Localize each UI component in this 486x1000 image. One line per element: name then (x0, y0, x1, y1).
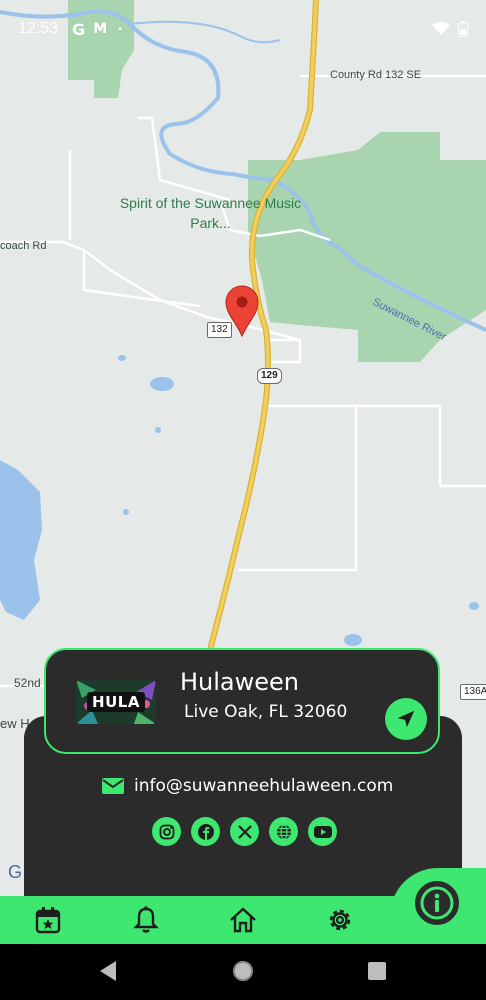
x-button[interactable] (230, 817, 259, 846)
calendar-star-icon (35, 907, 61, 934)
route-shield-129: 129 (257, 368, 282, 384)
social-links (152, 817, 337, 846)
logo-text: HULA (87, 692, 145, 712)
route-shield-132: 132 (207, 322, 232, 338)
email-address: info@suwanneehulaween.com (134, 776, 394, 796)
youtube-icon (313, 825, 332, 838)
tab-settings[interactable] (324, 904, 356, 936)
battery-icon (458, 21, 468, 37)
info-icon (420, 886, 454, 920)
back-icon[interactable] (98, 960, 118, 982)
route-shield-136a: 136A (460, 684, 486, 700)
instagram-icon (159, 824, 174, 839)
map-label-coach-road: coach Rd (0, 240, 47, 252)
email-icon (102, 778, 124, 794)
instagram-button[interactable] (152, 817, 181, 846)
gear-icon (329, 909, 351, 931)
map-label-park: Spirit of the Suwannee Music Park... (119, 195, 302, 231)
globe-icon (276, 823, 291, 840)
home-system-icon[interactable] (232, 960, 254, 982)
venue-name: Hulaween (180, 668, 300, 696)
status-time: 12:53 (18, 20, 59, 37)
info-button[interactable] (412, 878, 462, 928)
facebook-icon (197, 823, 214, 840)
navigate-button[interactable] (385, 698, 427, 740)
map-label-52nd: 52nd (14, 676, 41, 690)
tab-home[interactable] (227, 904, 259, 936)
hulaween-logo: HULA (76, 680, 156, 724)
system-nav-bar (0, 944, 486, 1000)
youtube-button[interactable] (308, 817, 337, 846)
map-label-county-road: County Rd 132 SE (330, 69, 422, 81)
status-bar: 12:53 G M • (0, 0, 486, 58)
notification-dot-icon: • (117, 23, 124, 35)
home-icon (230, 907, 256, 933)
wifi-icon (432, 22, 450, 35)
bell-icon (133, 906, 159, 933)
email-link[interactable]: info@suwanneehulaween.com (102, 776, 393, 796)
recents-icon[interactable] (368, 962, 386, 980)
website-button[interactable] (269, 817, 298, 846)
venue-card[interactable]: HULA Hulaween Live Oak, FL 32060 (44, 648, 440, 754)
facebook-button[interactable] (191, 817, 220, 846)
tab-notifications[interactable] (130, 904, 162, 936)
tab-schedule[interactable] (32, 904, 64, 936)
x-icon (237, 824, 252, 839)
google-logo: G (8, 862, 23, 882)
google-notification-icon: G (72, 19, 86, 39)
venue-address: Live Oak, FL 32060 (184, 702, 348, 722)
navigation-arrow-icon (397, 710, 415, 728)
gmail-notification-icon: M (93, 21, 108, 37)
